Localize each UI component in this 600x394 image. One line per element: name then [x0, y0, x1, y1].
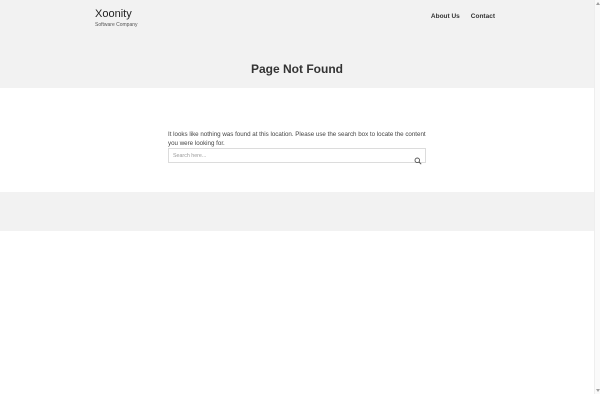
- page-title: Page Not Found: [251, 62, 343, 77]
- scroll-down-arrow-icon[interactable]: [596, 389, 600, 392]
- main-content: It looks like nothing was found at this …: [0, 88, 594, 192]
- main-nav: About Us Contact: [431, 13, 495, 21]
- scroll-up-arrow-icon[interactable]: [596, 2, 600, 5]
- not-found-message: It looks like nothing was found at this …: [168, 131, 426, 148]
- site-header: Xoonity Software Company About Us Contac…: [0, 0, 594, 88]
- scrollbar[interactable]: [594, 0, 600, 394]
- search-icon[interactable]: [414, 152, 422, 165]
- search-input[interactable]: [173, 152, 403, 160]
- page: Xoonity Software Company About Us Contac…: [0, 0, 600, 394]
- nav-item-about-us[interactable]: About Us: [431, 13, 460, 21]
- brand[interactable]: Xoonity Software Company: [95, 8, 138, 29]
- site-title[interactable]: Xoonity: [95, 8, 138, 21]
- search-form: [168, 148, 426, 165]
- nav-item-contact[interactable]: Contact: [471, 13, 495, 21]
- site-tagline: Software Company: [95, 22, 138, 28]
- footer-band: [0, 192, 594, 231]
